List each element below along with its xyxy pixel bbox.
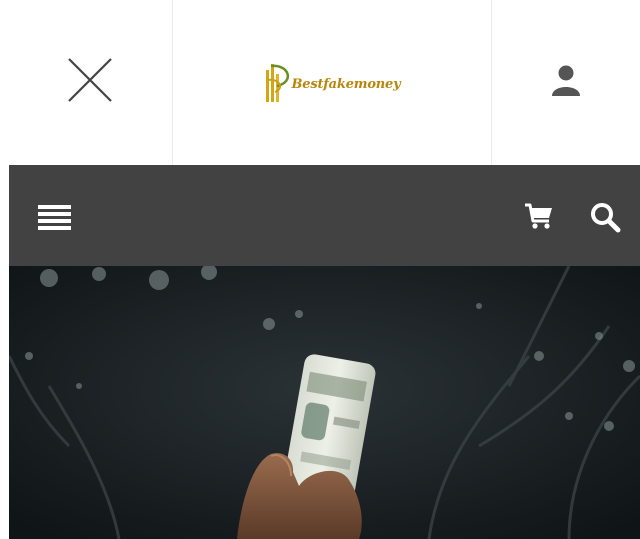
- search-button[interactable]: [589, 201, 621, 233]
- hero-image: [9, 266, 640, 539]
- site-logo[interactable]: Bestfakemoney: [263, 60, 401, 106]
- search-icon: [591, 203, 621, 233]
- hamburger-menu-icon: [38, 205, 71, 230]
- close-icon: [68, 58, 113, 102]
- logo-text: Bestfakemoney: [291, 77, 401, 92]
- top-header: Bestfakemoney: [9, 0, 640, 166]
- cart-button[interactable]: [524, 201, 554, 231]
- menu-button[interactable]: [38, 203, 72, 233]
- cart-icon: [525, 203, 552, 229]
- nav-bar: [9, 165, 640, 266]
- logo-cell: Bestfakemoney: [173, 0, 493, 165]
- hand-holding-money-image: [9, 266, 640, 539]
- user-cell: [492, 0, 640, 165]
- close-button[interactable]: [66, 56, 114, 109]
- user-icon: [552, 65, 581, 96]
- close-cell: [9, 0, 173, 165]
- app-frame: Bestfakemoney: [9, 0, 640, 539]
- account-button[interactable]: [551, 64, 581, 101]
